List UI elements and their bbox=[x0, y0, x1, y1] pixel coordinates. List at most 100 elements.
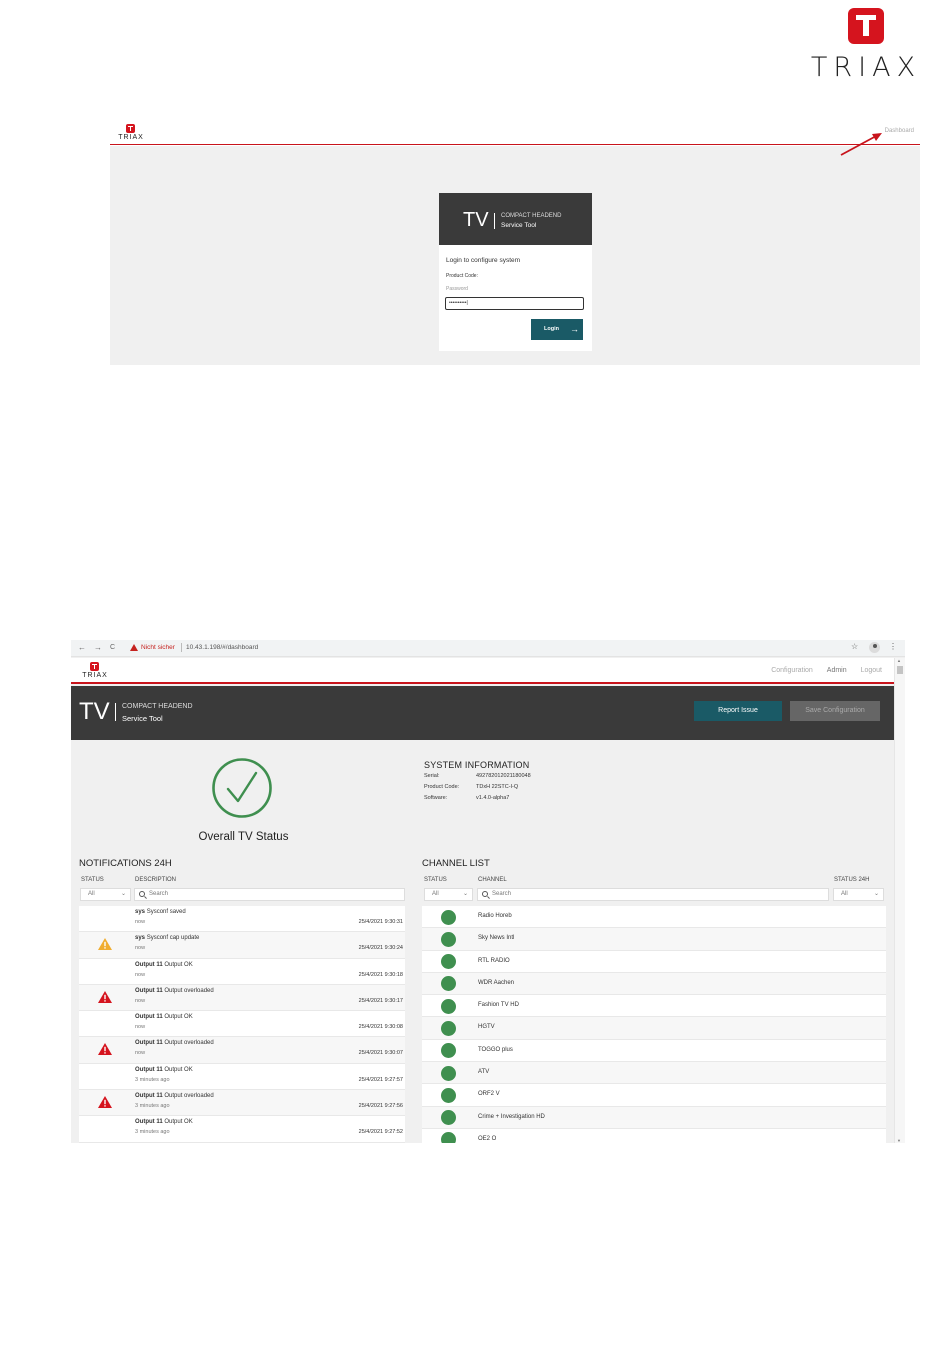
notification-row[interactable]: Output 11 Output overloaded now 25/4/2021 … bbox=[79, 1037, 405, 1064]
notification-text: Sysconf cap update bbox=[146, 935, 200, 942]
channel-row[interactable]: Fashion TV HD bbox=[422, 995, 886, 1018]
status-ok-icon bbox=[441, 1065, 456, 1081]
notification-text: Output overloaded bbox=[164, 1040, 214, 1047]
dashboard-link[interactable]: Dashboard bbox=[885, 128, 914, 134]
scrollbar-thumb[interactable] bbox=[897, 666, 903, 674]
notification-row[interactable]: Output 11 Output OK now 25/4/2021 9:30:18 bbox=[79, 958, 405, 985]
notification-row[interactable]: Output 11 Output OK 3 minutes ago 25/4/202… bbox=[79, 1116, 405, 1143]
notification-row[interactable]: Output 11 Output overloaded 3 minutes ago… bbox=[79, 1090, 405, 1117]
sysinfo-row: Software: v1.4.0-alpha7 bbox=[424, 795, 529, 806]
channel-name: Sky News Intl bbox=[478, 935, 515, 942]
notification-description: sys Sysconf saved bbox=[135, 909, 186, 915]
login-button[interactable]: Login → bbox=[531, 319, 583, 340]
sysinfo-key: Serial: bbox=[424, 773, 440, 779]
notification-age: now bbox=[135, 919, 146, 925]
password-label: Password bbox=[446, 286, 468, 292]
channel-row[interactable]: Radio Horeb bbox=[422, 906, 886, 929]
sysinfo-key: Software: bbox=[424, 795, 448, 801]
scroll-up-icon[interactable]: ▲ bbox=[897, 658, 901, 663]
channel-row[interactable]: HGTV bbox=[422, 1017, 886, 1040]
channel-name: ATV bbox=[478, 1069, 490, 1076]
sysinfo-row: Product Code: TDxH 22STC-I-Q bbox=[424, 784, 529, 795]
scroll-down-icon[interactable]: ▼ bbox=[897, 1138, 901, 1143]
channel-status24-header: STATUS 24H bbox=[834, 877, 870, 883]
notification-age: now bbox=[135, 971, 146, 978]
notification-age: 3 minutes ago bbox=[135, 1076, 170, 1083]
report-issue-button[interactable]: Report Issue bbox=[694, 701, 782, 721]
notification-text: Output overloaded bbox=[164, 1093, 214, 1100]
back-icon[interactable]: ← bbox=[78, 643, 86, 652]
notification-age: now bbox=[135, 997, 146, 1004]
status-ok-icon bbox=[441, 1043, 456, 1059]
notification-timestamp: 25/4/2021 9:30:18 bbox=[358, 971, 403, 978]
nav-configuration[interactable]: Configuration bbox=[771, 667, 813, 674]
notification-row[interactable]: sys Sysconf cap update now 25/4/2021 9:30:… bbox=[79, 932, 405, 959]
top-nav: Configuration Admin Logout bbox=[759, 667, 882, 674]
channel-search-input[interactable]: Search bbox=[477, 888, 829, 901]
notification-description: Output 11 Output overloaded bbox=[135, 1040, 214, 1046]
notification-row[interactable]: sys Sysconf saved now 25/4/2021 9:30:31 bbox=[79, 906, 405, 933]
notification-source: sys bbox=[135, 935, 146, 942]
channel-row[interactable]: TOGGO plus bbox=[422, 1039, 886, 1063]
channel-status-filter[interactable]: All ⌄ bbox=[424, 888, 473, 901]
notification-description: Output 11 Output overloaded bbox=[135, 988, 214, 994]
channel-row[interactable]: ORF2 V bbox=[422, 1084, 886, 1107]
bookmark-star-icon[interactable]: ☆ bbox=[851, 642, 858, 651]
scrollbar[interactable]: ▲ ▼ bbox=[894, 658, 905, 1143]
forward-icon[interactable]: → bbox=[94, 643, 102, 652]
password-input[interactable]: ••••••••••| bbox=[445, 297, 584, 310]
notifications-search-input[interactable]: Search bbox=[134, 888, 405, 901]
notification-age: now bbox=[135, 1050, 146, 1057]
search-placeholder: Search bbox=[149, 891, 169, 897]
address-bar[interactable]: 10.43.1.198/#/dashboard bbox=[186, 644, 258, 651]
channel-row[interactable]: RTL RADIO bbox=[422, 950, 886, 973]
sysinfo-value: v1.4.0-alpha7 bbox=[476, 795, 510, 801]
notification-source: Output 11 bbox=[135, 987, 163, 994]
channel-name: HGTV bbox=[478, 1024, 495, 1031]
status-ok-icon bbox=[441, 1087, 456, 1103]
notifications-status-header: STATUS bbox=[81, 877, 104, 883]
headline-service-tool: Service Tool bbox=[501, 222, 537, 229]
error-icon bbox=[98, 1096, 112, 1109]
channel-list: Radio Horeb Sky News Intl RTL RADIO WDR Aac… bbox=[422, 906, 886, 1143]
error-icon bbox=[98, 1043, 112, 1056]
not-secure-label[interactable]: Nicht sicher bbox=[141, 644, 175, 651]
channel-name-header: CHANNEL bbox=[478, 877, 507, 883]
channel-status24-filter[interactable]: All ⌄ bbox=[833, 888, 884, 901]
channel-row[interactable]: Sky News Intl bbox=[422, 928, 886, 951]
notification-row[interactable]: Output 11 Output OK 3 minutes ago 25/4/202… bbox=[79, 1063, 405, 1091]
channel-name: WDR Aachen bbox=[478, 979, 515, 986]
channel-name: RTL RADIO bbox=[478, 957, 510, 964]
notifications-status-filter[interactable]: All ⌄ bbox=[80, 888, 131, 901]
notification-description: Output 11 Output OK bbox=[135, 1067, 193, 1073]
notification-source: Output 11 bbox=[135, 1066, 163, 1073]
red-arrow-icon bbox=[840, 133, 882, 156]
reload-icon[interactable]: C bbox=[110, 644, 115, 651]
chevron-down-icon: ⌄ bbox=[120, 891, 126, 897]
notification-text: Output OK bbox=[164, 1119, 193, 1126]
search-icon bbox=[139, 891, 145, 897]
login-card: TV COMPACT HEADEND Service Tool Login to… bbox=[439, 193, 592, 351]
filter-value: All bbox=[432, 891, 439, 897]
browser-menu-icon[interactable]: ⋮ bbox=[889, 642, 897, 651]
channel-row[interactable]: ATV bbox=[422, 1062, 886, 1085]
notification-source: Output 11 bbox=[135, 1014, 163, 1021]
nav-admin[interactable]: Admin bbox=[827, 667, 847, 674]
channel-row[interactable]: OE2 O bbox=[422, 1128, 886, 1143]
notification-row[interactable]: Output 11 Output OK now 25/4/2021 9:30:08 bbox=[79, 1011, 405, 1038]
notification-timestamp: 25/4/2021 9:30:24 bbox=[358, 945, 403, 952]
notification-source: Output 11 bbox=[135, 1093, 163, 1100]
channel-row[interactable]: WDR Aachen bbox=[422, 972, 886, 996]
overall-tv-status-label: Overall TV Status bbox=[198, 831, 289, 843]
notification-text: Output OK bbox=[164, 1014, 193, 1021]
channel-row[interactable]: Crime + Investigation HD bbox=[422, 1106, 886, 1129]
notification-description: Output 11 Output OK bbox=[135, 1119, 193, 1125]
nav-logout[interactable]: Logout bbox=[861, 667, 882, 674]
arrow-right-icon: → bbox=[570, 324, 579, 334]
notification-row[interactable]: Output 11 Output overloaded now 25/4/2021 … bbox=[79, 984, 405, 1012]
chevron-down-icon: ⌄ bbox=[873, 891, 879, 897]
channel-name: ORF2 V bbox=[478, 1091, 500, 1098]
profile-icon[interactable] bbox=[869, 642, 880, 653]
save-configuration-button[interactable]: Save Configuration bbox=[790, 701, 880, 721]
channel-status-header: STATUS bbox=[424, 877, 447, 883]
